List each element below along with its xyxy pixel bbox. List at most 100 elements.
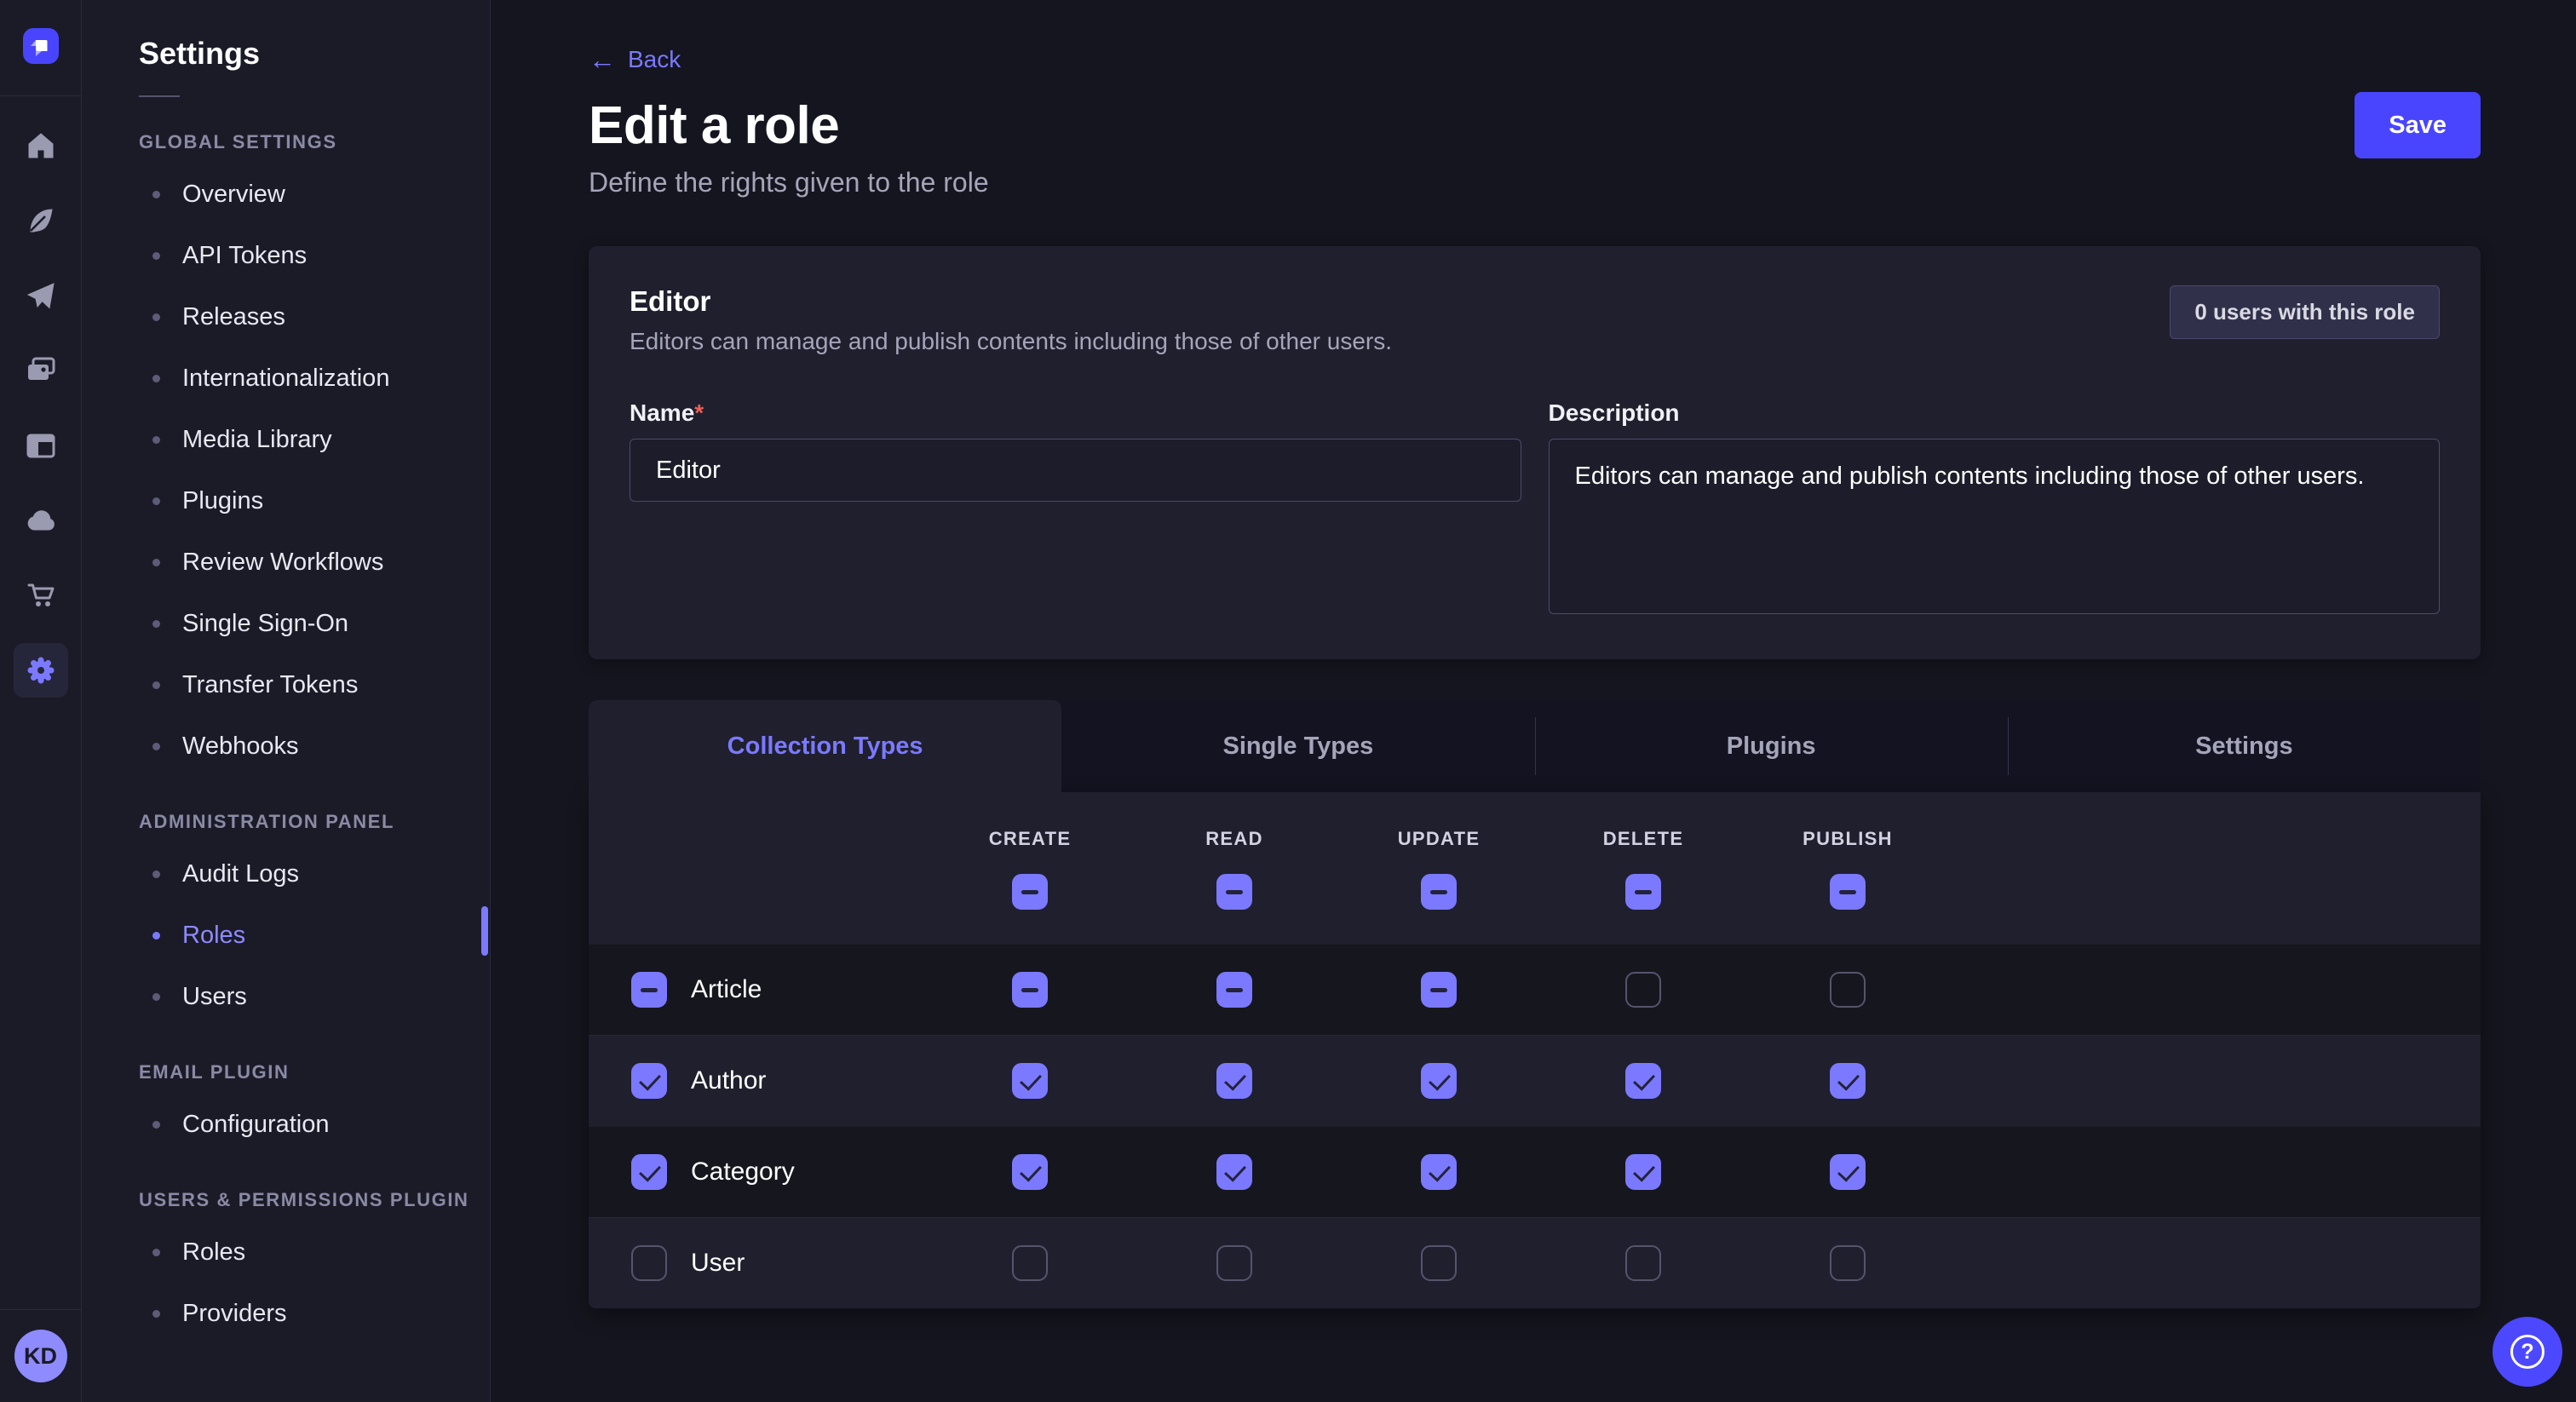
home-icon <box>24 129 58 163</box>
column-delete: DELETE <box>1541 792 1745 944</box>
bullet-icon <box>152 436 160 444</box>
main-nav-rail: KD <box>0 0 82 1402</box>
nav-marketplace[interactable] <box>0 558 82 633</box>
nav-content-manager[interactable] <box>0 408 82 483</box>
name-input[interactable] <box>630 439 1521 502</box>
strapi-logo[interactable] <box>23 28 59 64</box>
back-link[interactable]: ← Back <box>589 46 681 73</box>
sidebar-item-releases[interactable]: Releases <box>82 286 490 348</box>
tab-settings[interactable]: Settings <box>2008 700 2481 792</box>
main-content: ← Back Edit a role Save Define the right… <box>491 0 2576 1402</box>
article-delete-checkbox[interactable] <box>1625 972 1661 1008</box>
question-mark-icon: ? <box>2510 1335 2544 1369</box>
select-all-update-checkbox[interactable] <box>1421 874 1457 910</box>
sidebar-title-divider <box>139 95 180 97</box>
author-delete-checkbox[interactable] <box>1625 1063 1661 1099</box>
name-field-group: Name* <box>630 399 1521 618</box>
nav-content-type-builder[interactable] <box>0 183 82 258</box>
column-create-label: CREATE <box>989 828 1072 850</box>
required-asterisk: * <box>694 399 704 426</box>
sidebar-item-label: Releases <box>182 303 285 331</box>
row-author-checkbox[interactable] <box>631 1063 667 1099</box>
sidebar-item-review-workflows[interactable]: Review Workflows <box>82 531 490 593</box>
select-all-create-checkbox[interactable] <box>1012 874 1048 910</box>
back-arrow-icon: ← <box>589 46 616 73</box>
users-with-role-badge: 0 users with this role <box>2170 285 2440 339</box>
user-create-checkbox[interactable] <box>1012 1245 1048 1281</box>
category-update-checkbox[interactable] <box>1421 1154 1457 1190</box>
sidebar-item-label: API Tokens <box>182 242 307 270</box>
bullet-icon <box>152 871 160 878</box>
select-all-publish-checkbox[interactable] <box>1830 874 1866 910</box>
help-button[interactable]: ? <box>2493 1317 2562 1387</box>
nav-media-library[interactable] <box>0 333 82 408</box>
nav-deploy[interactable] <box>0 258 82 333</box>
app-window: KD Settings GLOBAL SETTINGS Overview API… <box>0 0 2576 1402</box>
article-publish-checkbox[interactable] <box>1830 972 1866 1008</box>
nav-settings[interactable] <box>0 633 82 708</box>
sidebar-scrollbar-thumb[interactable] <box>481 906 488 956</box>
row-article-checkbox[interactable] <box>631 972 667 1008</box>
sidebar-item-api-tokens[interactable]: API Tokens <box>82 225 490 286</box>
select-all-read-checkbox[interactable] <box>1216 874 1252 910</box>
bullet-icon <box>152 313 160 321</box>
article-read-checkbox[interactable] <box>1216 972 1252 1008</box>
sidebar-item-plugins[interactable]: Plugins <box>82 470 490 531</box>
sidebar-item-webhooks[interactable]: Webhooks <box>82 715 490 777</box>
sidebar-item-transfer-tokens[interactable]: Transfer Tokens <box>82 654 490 715</box>
bullet-icon <box>152 620 160 628</box>
name-field-label: Name* <box>630 399 1521 427</box>
description-textarea[interactable]: Editors can manage and publish contents … <box>1549 439 2441 614</box>
article-update-checkbox[interactable] <box>1421 972 1457 1008</box>
tab-single-types[interactable]: Single Types <box>1061 700 1534 792</box>
cart-icon <box>24 578 58 612</box>
user-read-checkbox[interactable] <box>1216 1245 1252 1281</box>
feather-icon <box>24 204 58 238</box>
permissions-panel: CREATE READ UPDATE DELETE PUBLISH <box>589 792 2481 1308</box>
author-create-checkbox[interactable] <box>1012 1063 1048 1099</box>
sidebar-item-label: Audit Logs <box>182 860 299 888</box>
sidebar-item-admin-users[interactable]: Users <box>82 966 490 1027</box>
cloud-icon <box>24 503 58 537</box>
sidebar-item-single-sign-on[interactable]: Single Sign-On <box>82 593 490 654</box>
category-read-checkbox[interactable] <box>1216 1154 1252 1190</box>
sidebar-item-overview[interactable]: Overview <box>82 164 490 225</box>
row-user-checkbox[interactable] <box>631 1245 667 1281</box>
sidebar-item-label: Webhooks <box>182 733 299 761</box>
sidebar-item-up-roles[interactable]: Roles <box>82 1221 490 1283</box>
category-create-checkbox[interactable] <box>1012 1154 1048 1190</box>
tab-plugins[interactable]: Plugins <box>1535 700 2008 792</box>
user-avatar[interactable]: KD <box>14 1330 67 1382</box>
category-delete-checkbox[interactable] <box>1625 1154 1661 1190</box>
user-publish-checkbox[interactable] <box>1830 1245 1866 1281</box>
user-delete-checkbox[interactable] <box>1625 1245 1661 1281</box>
layout-icon <box>24 428 58 463</box>
column-publish-label: PUBLISH <box>1803 828 1893 850</box>
author-read-checkbox[interactable] <box>1216 1063 1252 1099</box>
section-administration-panel: ADMINISTRATION PANEL Audit Logs Roles Us… <box>82 811 490 1027</box>
column-publish: PUBLISH <box>1745 792 1950 944</box>
nav-cloud[interactable] <box>0 483 82 558</box>
category-publish-checkbox[interactable] <box>1830 1154 1866 1190</box>
sidebar-item-admin-roles[interactable]: Roles <box>82 905 490 966</box>
role-details-card: Editor Editors can manage and publish co… <box>589 246 2481 659</box>
sidebar-item-media-library[interactable]: Media Library <box>82 409 490 470</box>
bullet-icon <box>152 497 160 505</box>
author-publish-checkbox[interactable] <box>1830 1063 1866 1099</box>
user-update-checkbox[interactable] <box>1421 1245 1457 1281</box>
article-create-checkbox[interactable] <box>1012 972 1048 1008</box>
select-all-delete-checkbox[interactable] <box>1625 874 1661 910</box>
sidebar-item-internationalization[interactable]: Internationalization <box>82 348 490 409</box>
row-category-checkbox[interactable] <box>631 1154 667 1190</box>
tab-collection-types[interactable]: Collection Types <box>589 700 1061 792</box>
section-users-permissions-plugin: USERS & PERMISSIONS PLUGIN Roles Provide… <box>82 1189 490 1344</box>
sidebar-item-email-configuration[interactable]: Configuration <box>82 1094 490 1155</box>
save-button[interactable]: Save <box>2355 92 2481 158</box>
nav-home[interactable] <box>0 108 82 183</box>
role-heading-description: Editors can manage and publish contents … <box>630 328 1392 355</box>
author-update-checkbox[interactable] <box>1421 1063 1457 1099</box>
sidebar-item-audit-logs[interactable]: Audit Logs <box>82 843 490 905</box>
sidebar-item-label: Providers <box>182 1300 287 1328</box>
sidebar-item-up-providers[interactable]: Providers <box>82 1283 490 1344</box>
bullet-icon <box>152 993 160 1001</box>
